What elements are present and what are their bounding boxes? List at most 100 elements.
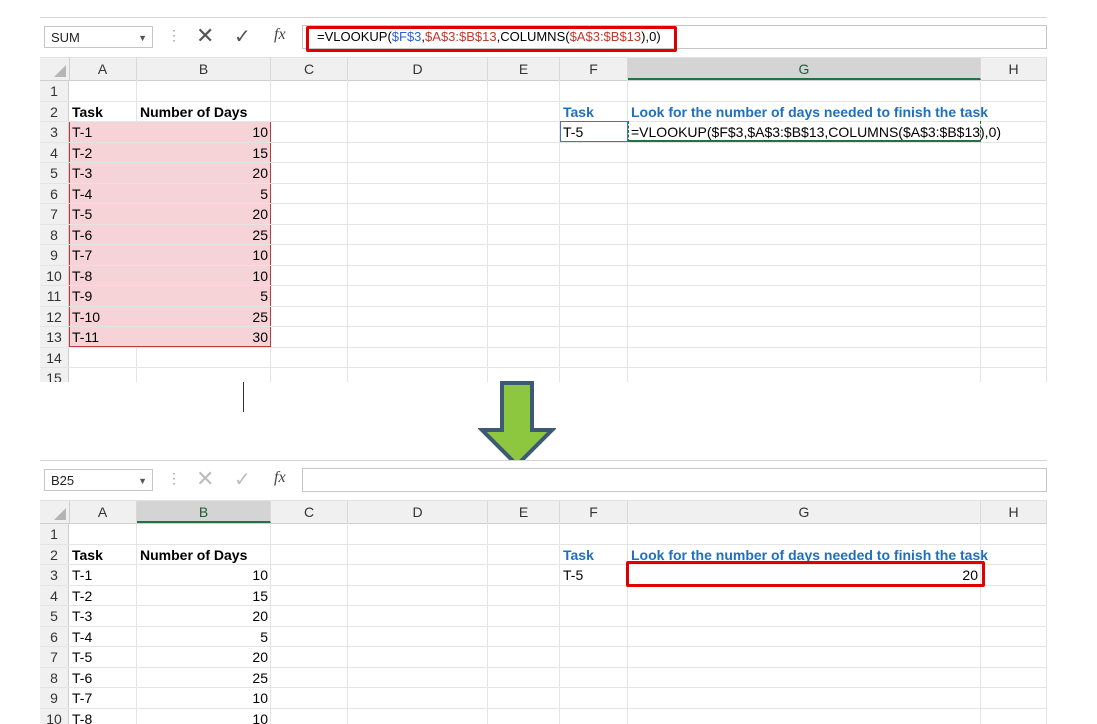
row-header[interactable]: 13 [40, 327, 69, 347]
row-header[interactable]: 2 [40, 101, 69, 121]
row-header[interactable]: 6 [40, 626, 69, 646]
row-header[interactable]: 2 [40, 544, 69, 564]
task-cell[interactable]: T-4 [69, 627, 137, 647]
task-cell[interactable]: T-1 [69, 565, 137, 585]
days-cell[interactable]: 15 [137, 586, 271, 606]
select-all-corner[interactable] [40, 501, 70, 523]
days-cell[interactable]: 10 [137, 565, 271, 585]
fx-icon[interactable]: fx [274, 26, 286, 44]
task-cell[interactable]: T-5 [69, 647, 137, 667]
task-cell[interactable]: T-3 [69, 163, 137, 183]
task-cell[interactable]: T-8 [69, 266, 137, 286]
task-cell[interactable]: T-7 [69, 245, 137, 265]
days-cell[interactable]: 30 [137, 327, 271, 347]
row-header[interactable]: 1 [40, 81, 69, 101]
days-cell[interactable]: 25 [137, 307, 271, 327]
result-label[interactable]: Look for the number of days needed to fi… [628, 102, 988, 122]
days-cell[interactable]: 10 [137, 266, 271, 286]
enter-icon[interactable]: ✓ [234, 467, 251, 492]
column-header-a[interactable]: A [69, 58, 137, 80]
column-header-f[interactable]: F [560, 58, 628, 80]
row-header[interactable]: 3 [40, 565, 69, 585]
dropdown-icon[interactable]: ▼ [138, 27, 147, 49]
days-cell[interactable]: 5 [137, 286, 271, 306]
column-header-a[interactable]: A [69, 501, 137, 523]
header-task[interactable]: Task [69, 102, 137, 122]
header-number-of-days[interactable]: Number of Days [137, 102, 271, 122]
name-box[interactable]: SUM ▼ [44, 26, 153, 48]
row-header[interactable]: 11 [40, 286, 69, 306]
column-header-g[interactable]: G [628, 58, 981, 80]
days-cell[interactable]: 10 [137, 245, 271, 265]
row-header[interactable]: 15 [40, 368, 69, 382]
column-header-c[interactable]: C [271, 58, 348, 80]
lookup-label[interactable]: Task [560, 102, 628, 122]
row-header[interactable]: 5 [40, 163, 69, 183]
row-header[interactable]: 3 [40, 122, 69, 142]
task-cell[interactable]: T-9 [69, 286, 137, 306]
days-cell[interactable]: 5 [137, 184, 271, 204]
row-header[interactable]: 12 [40, 306, 69, 326]
dropdown-icon[interactable]: ▼ [138, 470, 147, 492]
formula-input[interactable] [302, 468, 1047, 492]
row-header[interactable]: 5 [40, 606, 69, 626]
days-cell[interactable]: 20 [137, 204, 271, 224]
row-header[interactable]: 14 [40, 347, 69, 367]
row-header[interactable]: 7 [40, 204, 69, 224]
select-all-corner[interactable] [40, 58, 70, 80]
task-cell[interactable]: T-4 [69, 184, 137, 204]
task-cell[interactable]: T-10 [69, 307, 137, 327]
column-header-b[interactable]: B [137, 58, 271, 80]
task-cell[interactable]: T-7 [69, 688, 137, 708]
cell-grid[interactable]: A B C D E F G H 1 2 Task Number of Days Task Look for… [40, 58, 1047, 382]
row-header[interactable]: 4 [40, 585, 69, 605]
task-cell[interactable]: T-6 [69, 668, 137, 688]
column-header-h[interactable]: H [981, 501, 1047, 523]
header-number-of-days[interactable]: Number of Days [137, 545, 271, 565]
column-header-e[interactable]: E [488, 58, 560, 80]
column-header-d[interactable]: D [348, 501, 488, 523]
lookup-value-cell[interactable]: T-5 [560, 565, 628, 585]
column-header-f[interactable]: F [560, 501, 628, 523]
cancel-icon[interactable]: ✕ [196, 23, 214, 49]
column-header-b[interactable]: B [137, 501, 271, 523]
task-cell[interactable]: T-11 [69, 327, 137, 347]
days-cell[interactable]: 15 [137, 143, 271, 163]
drag-handle-icon[interactable]: ⋮ [167, 27, 181, 44]
days-cell[interactable]: 20 [137, 163, 271, 183]
row-header[interactable]: 10 [40, 265, 69, 285]
column-header-c[interactable]: C [271, 501, 348, 523]
enter-icon[interactable]: ✓ [234, 24, 251, 49]
column-header-h[interactable]: H [981, 58, 1047, 80]
task-cell[interactable]: T-3 [69, 606, 137, 626]
task-cell[interactable]: T-5 [69, 204, 137, 224]
task-cell[interactable]: T-6 [69, 225, 137, 245]
lookup-label[interactable]: Task [560, 545, 628, 565]
cancel-icon[interactable]: ✕ [196, 466, 214, 492]
fx-icon[interactable]: fx [274, 469, 286, 487]
cell-grid[interactable]: A B C D E F G H 1 2 Task Number of Days Task Look for… [40, 501, 1047, 724]
row-header[interactable]: 7 [40, 647, 69, 667]
row-header[interactable]: 4 [40, 142, 69, 162]
name-box[interactable]: B25 ▼ [44, 469, 153, 491]
row-header[interactable]: 8 [40, 224, 69, 244]
row-header[interactable]: 1 [40, 524, 69, 544]
row-header[interactable]: 10 [40, 708, 69, 724]
days-cell[interactable]: 10 [137, 122, 271, 142]
task-cell[interactable]: T-2 [69, 586, 137, 606]
task-cell[interactable]: T-2 [69, 143, 137, 163]
row-header[interactable]: 9 [40, 245, 69, 265]
days-cell[interactable]: 5 [137, 627, 271, 647]
days-cell[interactable]: 10 [137, 709, 271, 724]
days-cell[interactable]: 25 [137, 225, 271, 245]
column-header-d[interactable]: D [348, 58, 488, 80]
header-task[interactable]: Task [69, 545, 137, 565]
days-cell[interactable]: 25 [137, 668, 271, 688]
task-cell[interactable]: T-1 [69, 122, 137, 142]
column-header-e[interactable]: E [488, 501, 560, 523]
row-header[interactable]: 9 [40, 688, 69, 708]
task-cell[interactable]: T-8 [69, 709, 137, 724]
days-cell[interactable]: 20 [137, 647, 271, 667]
days-cell[interactable]: 20 [137, 606, 271, 626]
row-header[interactable]: 6 [40, 183, 69, 203]
